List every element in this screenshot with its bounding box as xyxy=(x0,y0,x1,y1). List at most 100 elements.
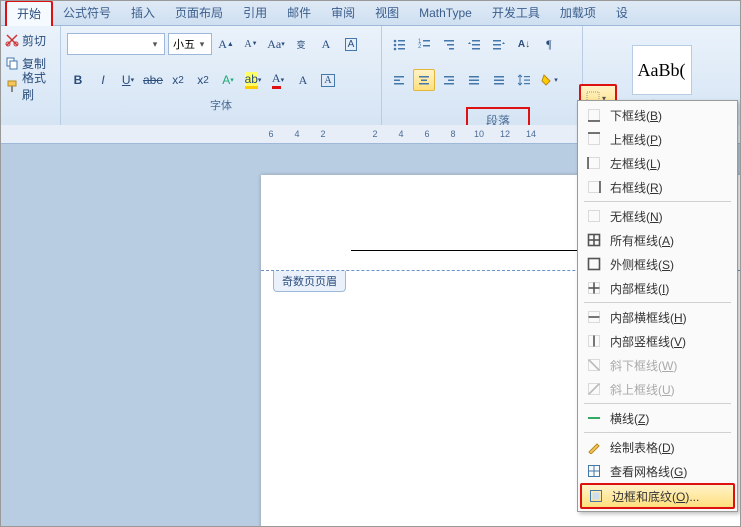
iv-border-icon xyxy=(586,333,602,349)
menu-item-label: 内部横框线(H) xyxy=(610,309,687,326)
dialog-border-icon xyxy=(588,488,604,504)
numbering-button[interactable]: 12 xyxy=(413,33,435,55)
phonetic-guide-button[interactable]: 变 xyxy=(290,33,312,55)
borders-menu-item-grid[interactable]: 查看网格线(G) xyxy=(580,459,735,483)
tab-0[interactable]: 开始 xyxy=(5,0,53,28)
menu-item-label: 右框线(R) xyxy=(610,179,663,196)
menu-separator xyxy=(584,201,731,202)
underline-button[interactable]: U▾ xyxy=(117,69,139,91)
increase-indent-button[interactable] xyxy=(488,33,510,55)
format-painter-button[interactable]: 格式刷 xyxy=(3,76,58,96)
borders-menu-item-dialog[interactable]: 边框和底纹(O)... xyxy=(580,483,735,509)
grow-font-button[interactable]: A▲ xyxy=(215,33,237,55)
clear-format-button[interactable]: A xyxy=(315,33,337,55)
align-center-button[interactable] xyxy=(413,69,435,91)
ruler-number: 10 xyxy=(474,129,484,139)
font-group-label: 字体 xyxy=(61,98,381,114)
borders-menu-item-iv[interactable]: 内部竖框线(V) xyxy=(580,329,735,353)
brush-icon xyxy=(5,79,19,93)
ruler-number: 14 xyxy=(526,129,536,139)
borders-menu-item-right[interactable]: 右框线(R) xyxy=(580,175,735,199)
header-tab-label: 奇数页页眉 xyxy=(282,276,337,288)
outside-border-icon xyxy=(586,256,602,272)
tab-3[interactable]: 页面布局 xyxy=(165,1,233,25)
superscript-button[interactable]: x2 xyxy=(192,69,214,91)
menu-item-label: 左框线(L) xyxy=(610,155,661,172)
ruler-number: 4 xyxy=(294,129,299,139)
borders-menu-item-left[interactable]: 左框线(L) xyxy=(580,151,735,175)
justify-button[interactable] xyxy=(463,69,485,91)
italic-button[interactable]: I xyxy=(92,69,114,91)
hr-border-icon xyxy=(586,410,602,426)
enclose-char-button[interactable]: A xyxy=(340,33,362,55)
style-item[interactable]: AaBb( xyxy=(632,45,692,95)
subscript-button[interactable]: x2 xyxy=(167,69,189,91)
diag-d-border-icon xyxy=(586,357,602,373)
strike-button[interactable]: abe xyxy=(142,69,164,91)
borders-menu-item-draw[interactable]: 绘制表格(D) xyxy=(580,435,735,459)
tab-4[interactable]: 引用 xyxy=(233,1,277,25)
top-border-icon xyxy=(586,131,602,147)
menu-item-label: 无框线(N) xyxy=(610,208,663,225)
text-effects-button[interactable]: A▾ xyxy=(217,69,239,91)
tab-11[interactable]: 设 xyxy=(606,1,638,25)
svg-text:2: 2 xyxy=(418,44,422,50)
tab-9[interactable]: 开发工具 xyxy=(482,1,550,25)
ruler-number: 6 xyxy=(268,129,273,139)
menu-item-label: 绘制表格(D) xyxy=(610,439,675,456)
borders-menu-item-top[interactable]: 上框线(P) xyxy=(580,127,735,151)
char-border-button[interactable]: A xyxy=(317,69,339,91)
shading-button[interactable]: ▾ xyxy=(538,69,560,91)
borders-menu-item-outside[interactable]: 外侧框线(S) xyxy=(580,252,735,276)
tab-6[interactable]: 审阅 xyxy=(321,1,365,25)
tab-2[interactable]: 插入 xyxy=(121,1,165,25)
shrink-font-button[interactable]: A▼ xyxy=(240,33,262,55)
multilevel-button[interactable] xyxy=(438,33,460,55)
tab-7[interactable]: 视图 xyxy=(365,1,409,25)
left-border-icon xyxy=(586,155,602,171)
font-name-combo[interactable]: ▾ xyxy=(67,33,165,55)
diag-u-border-icon xyxy=(586,381,602,397)
line-spacing-button[interactable] xyxy=(513,69,535,91)
borders-menu-item-hr[interactable]: 横线(Z) xyxy=(580,406,735,430)
menu-separator xyxy=(584,403,731,404)
ruler-number: 4 xyxy=(398,129,403,139)
borders-menu-item-bottom[interactable]: 下框线(B) xyxy=(580,103,735,127)
sort-button[interactable]: A↓ xyxy=(513,33,535,55)
align-left-button[interactable] xyxy=(388,69,410,91)
tab-10[interactable]: 加载项 xyxy=(550,1,606,25)
borders-menu-item-diag-d: 斜下框线(W) xyxy=(580,353,735,377)
menu-separator xyxy=(584,302,731,303)
tab-8[interactable]: MathType xyxy=(409,1,482,25)
align-right-button[interactable] xyxy=(438,69,460,91)
show-marks-button[interactable]: ¶ xyxy=(538,33,560,55)
borders-menu-item-none[interactable]: 无框线(N) xyxy=(580,204,735,228)
borders-menu-item-inside[interactable]: 内部框线(I) xyxy=(580,276,735,300)
cut-button[interactable]: 剪切 xyxy=(3,30,58,50)
font-size-value: 小五 xyxy=(173,36,195,52)
menu-item-label: 边框和底纹(O)... xyxy=(612,488,699,505)
chevron-down-icon: ▾ xyxy=(197,39,207,50)
distribute-button[interactable] xyxy=(488,69,510,91)
char-shading-button[interactable]: A xyxy=(292,69,314,91)
font-size-combo[interactable]: 小五 ▾ xyxy=(168,33,212,55)
tab-5[interactable]: 邮件 xyxy=(277,1,321,25)
chevron-down-icon: ▾ xyxy=(150,39,160,50)
borders-menu-item-all[interactable]: 所有框线(A) xyxy=(580,228,735,252)
font-group: ▾ 小五 ▾ A▲ A▼ Aa▾ 变 A A B I U▾ abe x2 x2 xyxy=(61,26,382,126)
copy-icon xyxy=(5,56,19,70)
none-border-icon xyxy=(586,208,602,224)
cut-label: 剪切 xyxy=(22,32,46,49)
decrease-indent-button[interactable] xyxy=(463,33,485,55)
font-color-button[interactable]: A▾ xyxy=(267,69,289,91)
highlight-button[interactable]: ab▾ xyxy=(242,69,264,91)
borders-menu-item-diag-u: 斜上框线(U) xyxy=(580,377,735,401)
all-border-icon xyxy=(586,232,602,248)
borders-menu-item-ih[interactable]: 内部横框线(H) xyxy=(580,305,735,329)
tab-1[interactable]: 公式符号 xyxy=(53,1,121,25)
ruler-number: 2 xyxy=(372,129,377,139)
bold-button[interactable]: B xyxy=(67,69,89,91)
bullets-button[interactable] xyxy=(388,33,410,55)
ruler-number: 2 xyxy=(320,129,325,139)
change-case-button[interactable]: Aa▾ xyxy=(265,33,287,55)
